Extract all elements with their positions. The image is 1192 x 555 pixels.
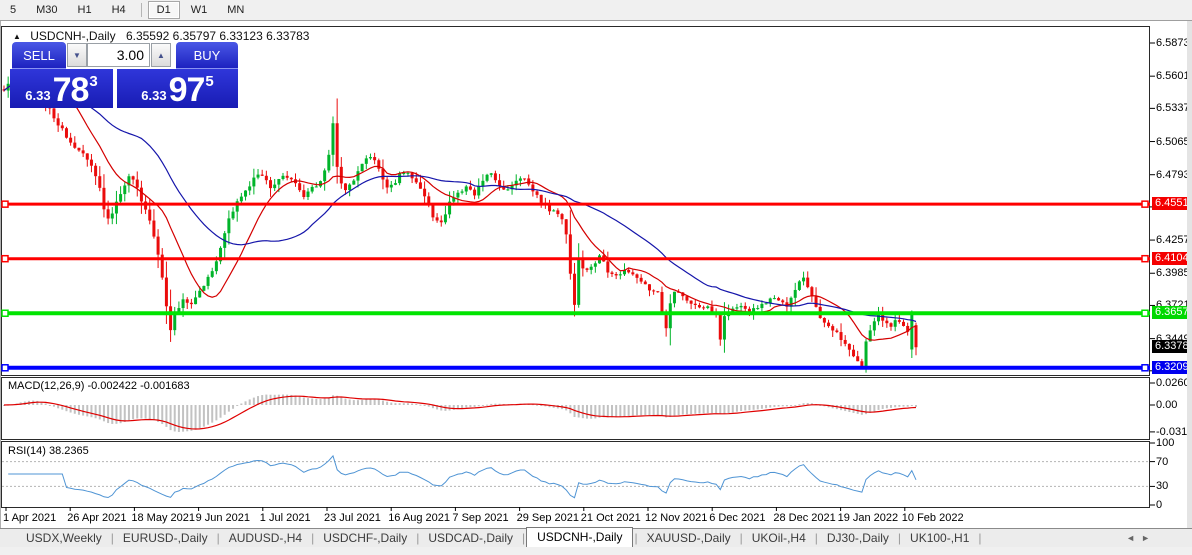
tab-scroll-left-icon[interactable]: ◄ bbox=[1126, 533, 1141, 543]
tab-separator: | bbox=[311, 531, 314, 545]
tab-xauusd-daily[interactable]: XAUUSD-,Daily bbox=[639, 530, 739, 546]
tab-separator: | bbox=[978, 531, 981, 545]
date-tick-label: 21 Oct 2021 bbox=[581, 512, 641, 524]
rsi-panel-border bbox=[2, 442, 1150, 508]
rsi-tick-label: 100 bbox=[1156, 437, 1174, 449]
tab-usdcad-daily[interactable]: USDCAD-,Daily bbox=[420, 530, 521, 546]
chart-symbol-label: USDCNH-,Daily bbox=[30, 29, 115, 43]
rsi-indicator-label: RSI(14) 38.2365 bbox=[8, 445, 89, 457]
date-tick-label: 7 Sep 2021 bbox=[452, 512, 508, 524]
price-level-badge: 6.45515 bbox=[1152, 197, 1192, 210]
hline-handle[interactable] bbox=[2, 310, 8, 316]
timeframe-toolbar: 5M30H1H4 D1W1MN bbox=[0, 0, 1192, 21]
date-tick-label: 12 Nov 2021 bbox=[645, 512, 707, 524]
hline-handle[interactable] bbox=[1142, 201, 1148, 207]
macd-tick-label: 0.00 bbox=[1156, 399, 1177, 411]
sell-price-prefix: 6.33 bbox=[25, 88, 50, 103]
timeframe-button-d1[interactable]: D1 bbox=[148, 1, 180, 19]
hline-handle[interactable] bbox=[1142, 310, 1148, 316]
sell-price-sup: 3 bbox=[89, 73, 97, 90]
tab-usdx-weekly[interactable]: USDX,Weekly bbox=[18, 530, 110, 546]
date-tick-label: 19 Jan 2022 bbox=[838, 512, 899, 524]
chart-tab-bar: USDX,Weekly|EURUSD-,Daily|AUDUSD-,H4|USD… bbox=[0, 528, 1192, 547]
tab-scroll-right-icon[interactable]: ► bbox=[1141, 533, 1156, 543]
buy-price-big: 97 bbox=[169, 73, 205, 107]
rsi-tick-label: 30 bbox=[1156, 480, 1168, 492]
price-level-badge: 6.36570 bbox=[1152, 306, 1192, 319]
timeframe-button-h1[interactable]: H1 bbox=[69, 1, 101, 19]
terminal-window: 5M30H1H4D1W1MN ▲ USDCNH-,Daily 6.35592 6… bbox=[0, 0, 1192, 555]
tab-separator: | bbox=[634, 531, 637, 545]
window-right-border bbox=[1187, 21, 1192, 528]
timeframe-button-w1[interactable]: W1 bbox=[182, 1, 217, 19]
rsi-tick-label: 0 bbox=[1156, 499, 1162, 511]
date-tick-label: 6 Dec 2021 bbox=[709, 512, 765, 524]
volume-input[interactable] bbox=[87, 43, 150, 67]
hline-handle[interactable] bbox=[1142, 365, 1148, 371]
date-tick-label: 28 Dec 2021 bbox=[773, 512, 835, 524]
tab-separator: | bbox=[815, 531, 818, 545]
tab-separator: | bbox=[416, 531, 419, 545]
timeframe-button-m30[interactable]: M30 bbox=[27, 1, 66, 19]
sell-button[interactable]: SELL bbox=[12, 42, 66, 70]
window-bottom-strip bbox=[0, 547, 1192, 555]
tab-usdcnh-daily[interactable]: USDCNH-,Daily bbox=[526, 527, 633, 547]
tab-separator: | bbox=[740, 531, 743, 545]
chart-title: ▲ USDCNH-,Daily 6.35592 6.35797 6.33123 … bbox=[13, 29, 309, 43]
tab-separator: | bbox=[111, 531, 114, 545]
date-tick-label: 23 Jul 2021 bbox=[324, 512, 381, 524]
hline-handle[interactable] bbox=[2, 201, 8, 207]
price-level-badge: 6.32098 bbox=[1152, 361, 1192, 374]
macd-indicator-label: MACD(12,26,9) -0.002422 -0.001683 bbox=[8, 380, 190, 392]
volume-increase-button[interactable]: ▲ bbox=[151, 43, 171, 67]
date-tick-label: 26 Apr 2021 bbox=[67, 512, 126, 524]
hline-handle[interactable] bbox=[2, 365, 8, 371]
date-tick-label: 1 Apr 2021 bbox=[3, 512, 56, 524]
tab-scroll-arrows: ◄► bbox=[1126, 533, 1156, 543]
toolbar-separator bbox=[141, 3, 142, 17]
collapse-panel-icon[interactable]: ▲ bbox=[13, 32, 21, 41]
date-tick-label: 16 Aug 2021 bbox=[388, 512, 450, 524]
rsi-line bbox=[8, 456, 916, 498]
timeframe-button-5[interactable]: 5 bbox=[1, 1, 25, 19]
timeframe-button-h4[interactable]: H4 bbox=[103, 1, 135, 19]
one-click-trading-panel: SELL ▼ ▲ BUY 6.33 78 3 6.33 97 5 bbox=[10, 42, 240, 108]
sell-price-big: 78 bbox=[53, 73, 89, 107]
hline-handle[interactable] bbox=[1142, 256, 1148, 262]
buy-price-sup: 5 bbox=[205, 73, 213, 90]
date-tick-label: 9 Jun 2021 bbox=[196, 512, 250, 524]
date-tick-label: 29 Sep 2021 bbox=[517, 512, 579, 524]
chart-ohlc-values: 6.35592 6.35797 6.33123 6.33783 bbox=[126, 29, 310, 43]
price-level-badge: 6.41043 bbox=[1152, 252, 1192, 265]
price-level-badge: 6.33783 bbox=[1152, 340, 1192, 353]
tab-usdchf-daily[interactable]: USDCHF-,Daily bbox=[315, 530, 415, 546]
buy-button[interactable]: BUY bbox=[176, 42, 238, 70]
buy-price-box[interactable]: 6.33 97 5 bbox=[117, 69, 238, 108]
tab-dj30-daily[interactable]: DJ30-,Daily bbox=[819, 530, 897, 546]
buy-price-prefix: 6.33 bbox=[141, 88, 166, 103]
tab-eurusd-daily[interactable]: EURUSD-,Daily bbox=[115, 530, 216, 546]
tab-audusd-h4[interactable]: AUDUSD-,H4 bbox=[221, 530, 310, 546]
volume-decrease-button[interactable]: ▼ bbox=[67, 43, 87, 67]
tab-separator: | bbox=[898, 531, 901, 545]
hline-handle[interactable] bbox=[2, 256, 8, 262]
tab-separator: | bbox=[522, 531, 525, 545]
rsi-tick-label: 70 bbox=[1156, 456, 1168, 468]
date-tick-label: 10 Feb 2022 bbox=[902, 512, 964, 524]
tab-separator: | bbox=[217, 531, 220, 545]
sell-price-box[interactable]: 6.33 78 3 bbox=[10, 69, 113, 108]
date-tick-label: 1 Jul 2021 bbox=[260, 512, 311, 524]
tab-ukoil-h4[interactable]: UKOil-,H4 bbox=[744, 530, 814, 546]
timeframe-button-mn[interactable]: MN bbox=[218, 1, 253, 19]
macd-histogram bbox=[3, 395, 917, 432]
date-tick-label: 18 May 2021 bbox=[131, 512, 195, 524]
tab-uk100-h1[interactable]: UK100-,H1 bbox=[902, 530, 977, 546]
window-left-border bbox=[0, 21, 1, 528]
